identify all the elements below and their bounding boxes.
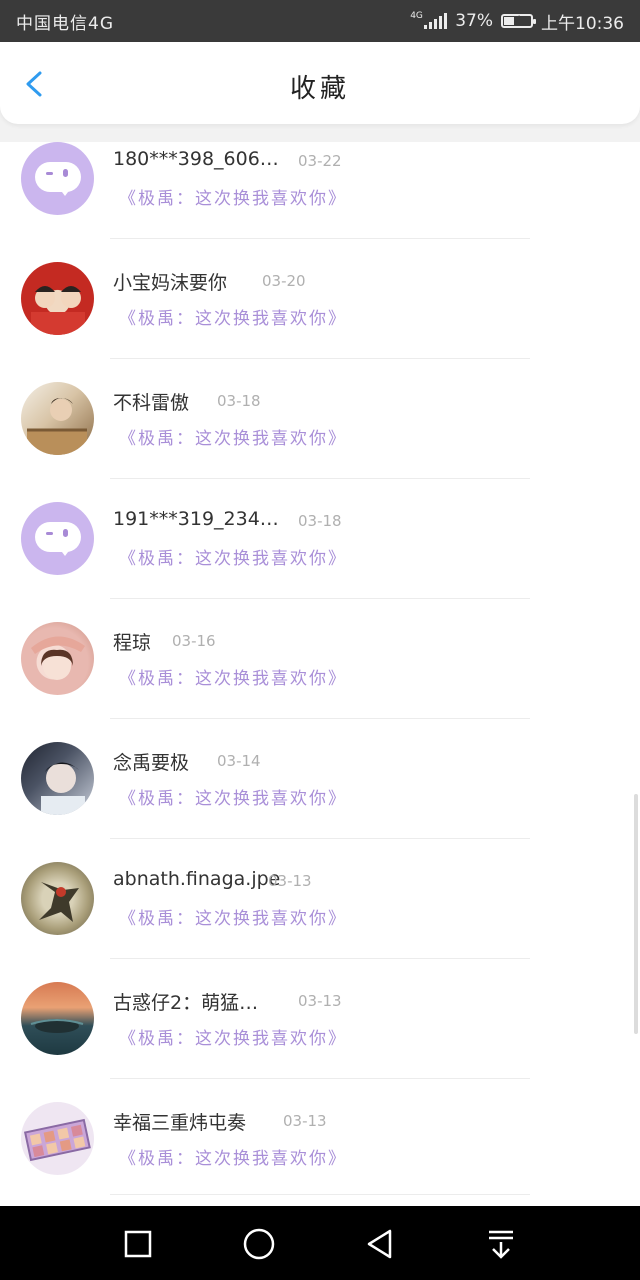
back-nav-button[interactable] xyxy=(360,1224,400,1264)
list-item-name: 念禹要极 xyxy=(113,752,190,774)
list-item-date: 03-18 xyxy=(298,512,342,530)
list-item-message: 《极禹：这次换我喜欢你》 xyxy=(119,549,347,569)
divider xyxy=(110,478,530,479)
list-item[interactable]: 幸福三重炜屯奏 03-13 《极禹：这次换我喜欢你》 xyxy=(0,1102,640,1206)
photo-avatar xyxy=(21,382,94,455)
list-item[interactable]: 不科雷傲 03-18 《极禹：这次换我喜欢你》 xyxy=(0,382,640,502)
divider xyxy=(110,1194,530,1195)
home-button[interactable] xyxy=(239,1224,279,1264)
circle-icon xyxy=(243,1228,275,1260)
system-nav-bar xyxy=(0,1206,640,1280)
network-type-label: 4G xyxy=(410,11,423,21)
default-chat-avatar xyxy=(21,502,94,575)
app-header: 收藏 xyxy=(0,42,640,124)
favorites-list[interactable]: 180***398_60602… 03-22 《极禹：这次换我喜欢你》 小宝妈沫… xyxy=(0,142,640,1206)
list-item[interactable]: 古惑仔2：萌猛… 03-13 《极禹：这次换我喜欢你》 xyxy=(0,982,640,1102)
list-item-date: 03-18 xyxy=(217,392,261,410)
divider xyxy=(110,598,530,599)
list-item-date: 03-16 xyxy=(172,632,216,650)
list-item-name: 幸福三重炜屯奏 xyxy=(113,1112,247,1134)
list-item-name: 程琼 xyxy=(113,632,152,654)
clock: 上午10:36 xyxy=(541,13,624,34)
list-item-date: 03-13 xyxy=(283,1112,327,1130)
triangle-back-icon xyxy=(367,1229,392,1259)
divider xyxy=(110,718,530,719)
list-item-message: 《极禹：这次换我喜欢你》 xyxy=(119,669,347,689)
list-item[interactable]: 程琼 03-16 《极禹：这次换我喜欢你》 xyxy=(0,622,640,742)
list-item-message: 《极禹：这次换我喜欢你》 xyxy=(119,909,347,929)
divider xyxy=(110,1078,530,1079)
photo-avatar xyxy=(21,982,94,1055)
status-icons: 4G 37% ⚡ 上午10:36 xyxy=(410,9,624,34)
list-item-name: 古惑仔2：萌猛… xyxy=(113,992,259,1014)
signal-icon: 4G xyxy=(410,11,448,29)
pulldown-arrow-icon xyxy=(489,1230,513,1259)
battery-icon: ⚡ xyxy=(501,13,536,28)
photo-avatar xyxy=(21,1102,94,1175)
divider xyxy=(110,358,530,359)
list-item[interactable]: 180***398_60602… 03-22 《极禹：这次换我喜欢你》 xyxy=(0,142,640,262)
default-chat-avatar xyxy=(21,142,94,215)
list-item-message: 《极禹：这次换我喜欢你》 xyxy=(119,309,347,329)
battery-percent: 37% xyxy=(455,11,493,31)
divider xyxy=(110,838,530,839)
list-item-name: 小宝妈沫要你 xyxy=(113,272,228,294)
divider xyxy=(110,238,530,239)
list-item[interactable]: 小宝妈沫要你 03-20 《极禹：这次换我喜欢你》 xyxy=(0,262,640,382)
divider xyxy=(110,958,530,959)
photo-avatar xyxy=(21,862,94,935)
list-item-message: 《极禹：这次换我喜欢你》 xyxy=(119,789,347,809)
list-item[interactable]: abnath.finaga.jpe 03-13 《极禹：这次换我喜欢你》 xyxy=(0,862,640,982)
list-item[interactable]: 念禹要极 03-14 《极禹：这次换我喜欢你》 xyxy=(0,742,640,862)
list-item-date: 03-14 xyxy=(217,752,261,770)
list-item-name: 不科雷傲 xyxy=(113,392,190,414)
carrier-label: 中国电信4G xyxy=(16,13,114,34)
list-item-date: 03-22 xyxy=(298,152,342,170)
recent-apps-button[interactable] xyxy=(118,1224,158,1264)
notification-pulldown-button[interactable] xyxy=(481,1224,521,1264)
list-item-date: 03-13 xyxy=(298,992,342,1010)
list-item-name: 191***319_23433… xyxy=(113,508,283,530)
list-item-message: 《极禹：这次换我喜欢你》 xyxy=(119,1149,347,1169)
photo-avatar xyxy=(21,622,94,695)
status-bar: 中国电信4G 4G 37% ⚡ 上午10:36 xyxy=(0,0,640,42)
list-item-message: 《极禹：这次换我喜欢你》 xyxy=(119,429,347,449)
square-icon xyxy=(124,1230,152,1258)
list-item-message: 《极禹：这次换我喜欢你》 xyxy=(119,1029,347,1049)
scrollbar[interactable] xyxy=(634,794,638,1034)
photo-avatar xyxy=(21,262,94,335)
list-item[interactable]: 191***319_23433… 03-18 《极禹：这次换我喜欢你》 xyxy=(0,502,640,622)
list-item-name: abnath.finaga.jpe xyxy=(113,868,281,890)
photo-avatar xyxy=(21,742,94,815)
page-title: 收藏 xyxy=(289,74,350,104)
list-item-message: 《极禹：这次换我喜欢你》 xyxy=(119,189,347,209)
list-item-date: 03-13 xyxy=(268,872,312,890)
list-item-date: 03-20 xyxy=(262,272,306,290)
list-item-name: 180***398_60602… xyxy=(113,148,283,170)
